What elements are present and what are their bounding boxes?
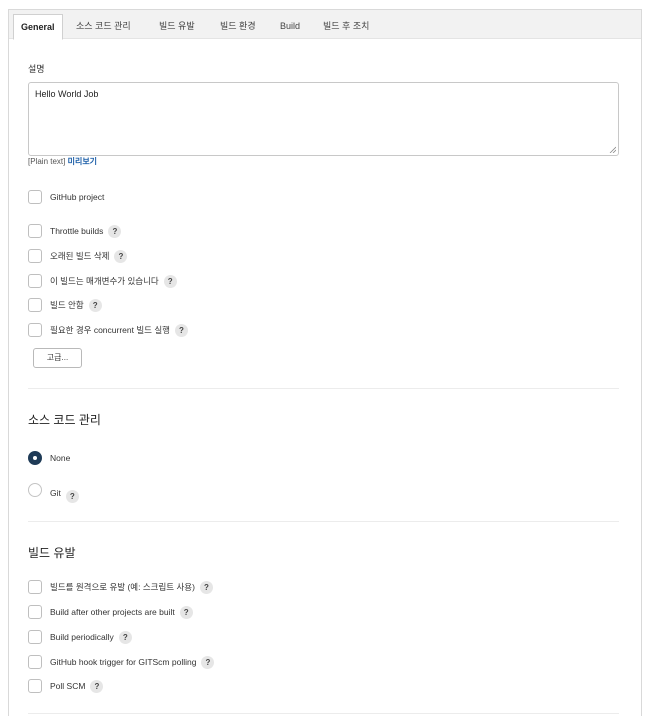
help-icon[interactable]: ? [114, 250, 128, 264]
discard-old-builds-checkbox[interactable] [28, 249, 42, 263]
concurrent-builds-checkbox[interactable] [28, 323, 42, 337]
tab-build-triggers[interactable]: 빌드 유발 [152, 14, 202, 39]
help-icon[interactable]: ? [118, 631, 132, 645]
option-row: Git? [50, 484, 79, 503]
tab-general[interactable]: General [13, 14, 63, 40]
option-row: 필요한 경우 concurrent 빌드 실행? [50, 323, 188, 338]
option-row: Build periodically? [50, 630, 132, 645]
trigger-after-other-checkbox[interactable] [28, 605, 42, 619]
description-label: 설명 [28, 64, 45, 74]
github-project-label: GitHub project [50, 192, 105, 202]
scm-section-title: 소스 코드 관리 [28, 413, 101, 427]
resize-handle-icon[interactable] [609, 146, 616, 153]
format-hint: [Plain text] 미리보기 [28, 156, 97, 167]
tab-build-environment[interactable]: 빌드 환경 [213, 14, 263, 39]
help-icon[interactable]: ? [163, 275, 177, 289]
option-row: 빌드를 원격으로 유발 (예: 스크립트 사용)? [50, 580, 213, 595]
tab-post-build-actions[interactable]: 빌드 후 조치 [316, 14, 376, 39]
help-icon[interactable]: ? [90, 680, 104, 694]
help-icon[interactable]: ? [201, 656, 215, 670]
option-row: GitHub hook trigger for GITScm polling? [50, 655, 215, 670]
help-icon[interactable]: ? [108, 225, 122, 239]
discard-old-builds-label: 오래된 빌드 삭제 [50, 251, 110, 261]
scm-none-label: None [50, 453, 71, 463]
help-icon[interactable]: ? [199, 581, 213, 595]
section-divider [28, 521, 619, 522]
trigger-github-hook-checkbox[interactable] [28, 655, 42, 669]
description-text: Hello World Job [35, 89, 99, 99]
disable-build-label: 빌드 안함 [50, 300, 84, 310]
config-tab-bar: General 소스 코드 관리 빌드 유발 빌드 환경 Build 빌드 후 … [9, 10, 641, 40]
option-row: Poll SCM? [50, 679, 104, 694]
trigger-periodic-checkbox[interactable] [28, 630, 42, 644]
github-project-checkbox[interactable] [28, 190, 42, 204]
trigger-github-hook-label: GitHub hook trigger for GITScm polling [50, 657, 197, 667]
tab-build[interactable]: Build [273, 14, 307, 39]
trigger-remote-label: 빌드를 원격으로 유발 (예: 스크립트 사용) [50, 582, 195, 592]
help-icon[interactable]: ? [65, 490, 79, 503]
scm-git-radio[interactable] [28, 483, 42, 497]
triggers-section-title: 빌드 유발 [28, 546, 76, 560]
help-icon[interactable]: ? [179, 606, 193, 620]
option-row: Throttle builds? [50, 224, 122, 239]
help-icon[interactable]: ? [88, 299, 102, 313]
trigger-periodic-label: Build periodically [50, 632, 114, 642]
trigger-poll-scm-checkbox[interactable] [28, 679, 42, 693]
concurrent-builds-label: 필요한 경우 concurrent 빌드 실행 [50, 325, 170, 335]
option-row: 이 빌드는 매개변수가 있습니다? [50, 274, 177, 289]
advanced-button[interactable]: 고급... [33, 348, 82, 368]
description-textarea[interactable]: Hello World Job [28, 82, 619, 156]
trigger-poll-scm-label: Poll SCM [50, 681, 86, 691]
throttle-builds-checkbox[interactable] [28, 224, 42, 238]
parameterized-label: 이 빌드는 매개변수가 있습니다 [50, 276, 159, 286]
section-divider [28, 713, 619, 714]
scm-none-radio[interactable] [28, 451, 42, 465]
disable-build-checkbox[interactable] [28, 298, 42, 312]
scm-git-label: Git [50, 487, 61, 498]
help-icon[interactable]: ? [175, 324, 188, 338]
parameterized-checkbox[interactable] [28, 274, 42, 288]
job-config-panel: General 소스 코드 관리 빌드 유발 빌드 환경 Build 빌드 후 … [8, 9, 642, 716]
tab-source-code-management[interactable]: 소스 코드 관리 [69, 14, 138, 39]
option-row: Build after other projects are built? [50, 605, 193, 620]
throttle-builds-label: Throttle builds [50, 226, 104, 236]
section-divider [28, 388, 619, 389]
format-hint-text: [Plain text] [28, 157, 66, 166]
trigger-remote-checkbox[interactable] [28, 580, 42, 594]
option-row: 빌드 안함? [50, 298, 102, 313]
option-row: 오래된 빌드 삭제? [50, 249, 128, 264]
trigger-after-other-label: Build after other projects are built [50, 607, 175, 617]
preview-link[interactable]: 미리보기 [68, 157, 97, 166]
